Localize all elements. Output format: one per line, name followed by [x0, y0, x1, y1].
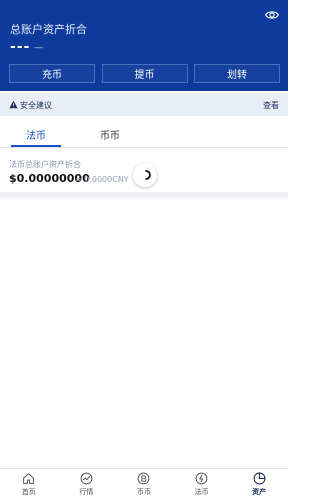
deposit-button[interactable]: 充币 — [9, 64, 95, 83]
nav-assets-label: 资产 — [252, 488, 267, 496]
nav-home-label: 首页 — [21, 488, 36, 496]
nav-fiat-label: 法币 — [194, 488, 209, 496]
active-tab-indicator — [11, 145, 61, 147]
loading-spinner — [133, 163, 157, 187]
view-link[interactable]: 查看 — [263, 100, 279, 111]
warning-icon — [9, 100, 18, 109]
fiat-summary-approx: ≈ 0.0000CNY — [75, 175, 129, 184]
nav-spot-label: 币币 — [136, 488, 151, 496]
nav-market-label: 行情 — [79, 488, 94, 496]
nav-assets[interactable]: 资产 — [231, 469, 288, 497]
security-notice: 安全建议 查看 — [0, 93, 288, 116]
masked-balance: --- — [10, 39, 31, 55]
pie-icon — [253, 472, 266, 485]
fiat-summary-label: 法币总账户资产折合 — [9, 160, 81, 169]
home-icon — [23, 472, 35, 484]
fiat-icon — [195, 472, 208, 485]
nav-spot[interactable]: 币币 — [115, 469, 172, 497]
eye-icon[interactable] — [265, 8, 279, 22]
withdraw-button[interactable]: 提币 — [101, 64, 188, 83]
nav-market[interactable]: 行情 — [58, 469, 115, 497]
asset-header: 总账户资产折合 --- — 充币 提币 划转 — [0, 0, 288, 91]
spinner-icon — [145, 170, 151, 180]
masked-balance-sub: — — [34, 43, 43, 53]
action-buttons: 充币 提币 划转 — [9, 64, 280, 84]
section-divider — [0, 192, 288, 198]
bitcoin-icon — [138, 472, 150, 485]
chart-icon — [80, 472, 93, 485]
bottom-navigation: 首页 行情 币币 法币 资产 — [0, 468, 288, 500]
nav-home[interactable]: 首页 — [0, 469, 57, 497]
security-notice-label: 安全建议 — [20, 101, 52, 110]
total-assets-title: 总账户资产折合 — [10, 23, 87, 36]
nav-fiat[interactable]: 法币 — [173, 469, 230, 497]
transfer-button[interactable]: 划转 — [194, 64, 280, 83]
tab-fiat[interactable]: 法币 — [26, 127, 46, 142]
account-tabs: 法币 币币 — [0, 116, 288, 148]
tab-spot[interactable]: 币币 — [100, 127, 120, 142]
